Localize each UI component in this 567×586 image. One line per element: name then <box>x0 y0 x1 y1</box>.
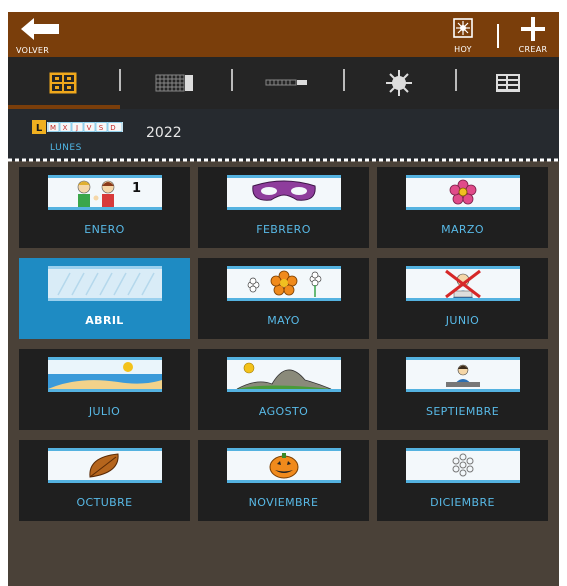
weekday-letter: S <box>99 124 104 132</box>
month-tile-septiembre[interactable]: SEPTIEMBRE <box>377 349 548 430</box>
month-name: ENERO <box>84 223 125 236</box>
month-name: NOVIEMBRE <box>248 496 319 509</box>
tab-day-view[interactable] <box>344 57 454 109</box>
weekday-letter: L <box>36 123 43 134</box>
flowers-icon <box>227 266 341 301</box>
month-tile-abril[interactable]: ABRIL <box>19 258 190 339</box>
back-label: VOLVER <box>16 46 50 55</box>
top-bar: VOLVER HOY CREAR <box>8 12 559 57</box>
month-tile-mayo[interactable]: MAYO <box>198 258 369 339</box>
rain-icon <box>48 266 162 301</box>
list-view-icon <box>495 74 520 92</box>
month-tile-junio[interactable]: JUNIO <box>377 258 548 339</box>
month-tile-octubre[interactable]: OCTUBRE <box>19 440 190 521</box>
week-strip-icon <box>265 79 307 86</box>
back-button[interactable]: VOLVER <box>16 18 66 55</box>
carnival-mask-icon <box>227 175 341 210</box>
sun-icon <box>386 70 412 96</box>
weekday-letter: V <box>87 124 92 132</box>
month-name: OCTUBRE <box>76 496 133 509</box>
calendar-app: VOLVER HOY CREAR L M X J V S D LUNES 202… <box>8 12 559 586</box>
today-button[interactable]: HOY <box>448 18 478 54</box>
weekday-letter: D <box>110 124 115 132</box>
view-toolbar <box>8 57 559 109</box>
month-name: AGOSTO <box>258 405 309 418</box>
today-icon <box>453 18 473 38</box>
tab-month-view[interactable] <box>8 57 118 109</box>
no-school-icon <box>406 266 520 301</box>
month-grid-icon <box>49 72 77 94</box>
tab-list-view[interactable] <box>456 57 559 109</box>
arrow-left-icon <box>21 18 59 40</box>
month-name: MARZO <box>441 223 484 236</box>
weekday-letter: J <box>75 124 78 132</box>
flower-icon <box>406 175 520 210</box>
month-name: DICIEMBRE <box>430 496 495 509</box>
month-tile-febrero[interactable]: FEBRERO <box>198 167 369 248</box>
month-name: JULIO <box>88 405 121 418</box>
children-one-icon: 1 <box>48 175 162 210</box>
snowflake-icon <box>406 448 520 483</box>
tab-calendar-view[interactable] <box>120 57 230 109</box>
today-label: HOY <box>454 45 472 54</box>
weekday-strip-icon: L M X J V S D <box>32 119 124 138</box>
month-tile-enero[interactable]: 1 ENERO <box>19 167 190 248</box>
date-header[interactable]: L M X J V S D LUNES 2022 <box>8 109 559 161</box>
month-tile-marzo[interactable]: MARZO <box>377 167 548 248</box>
month-tile-diciembre[interactable]: DICIEMBRE <box>377 440 548 521</box>
month-name: ABRIL <box>85 314 124 327</box>
month-name: FEBRERO <box>256 223 311 236</box>
beach-icon <box>48 357 162 392</box>
january-badge: 1 <box>132 181 141 196</box>
month-name: SEPTIEMBRE <box>425 405 500 418</box>
weekday-letter: X <box>63 124 68 132</box>
tab-week-view[interactable] <box>232 57 342 109</box>
pumpkin-icon <box>227 448 341 483</box>
plus-icon <box>521 17 545 41</box>
create-button[interactable]: CREAR <box>513 16 553 54</box>
months-grid: 1 ENERO FEBRERO MARZO ABRIL MAYO JUNIO J… <box>8 163 559 586</box>
month-name: JUNIO <box>445 314 480 327</box>
month-tile-julio[interactable]: JULIO <box>19 349 190 430</box>
month-tile-agosto[interactable]: AGOSTO <box>198 349 369 430</box>
weekday-letter: M <box>50 124 56 132</box>
month-tile-noviembre[interactable]: NOVIEMBRE <box>198 440 369 521</box>
weekday-label: LUNES <box>50 143 82 153</box>
calendar-grid-icon <box>155 74 193 92</box>
year-label[interactable]: 2022 <box>146 125 182 141</box>
student-desk-icon <box>406 357 520 392</box>
create-label: CREAR <box>518 45 548 54</box>
leaf-icon <box>48 448 162 483</box>
month-name: MAYO <box>267 314 300 327</box>
topbar-divider <box>497 24 499 48</box>
mountain-icon <box>227 357 341 392</box>
